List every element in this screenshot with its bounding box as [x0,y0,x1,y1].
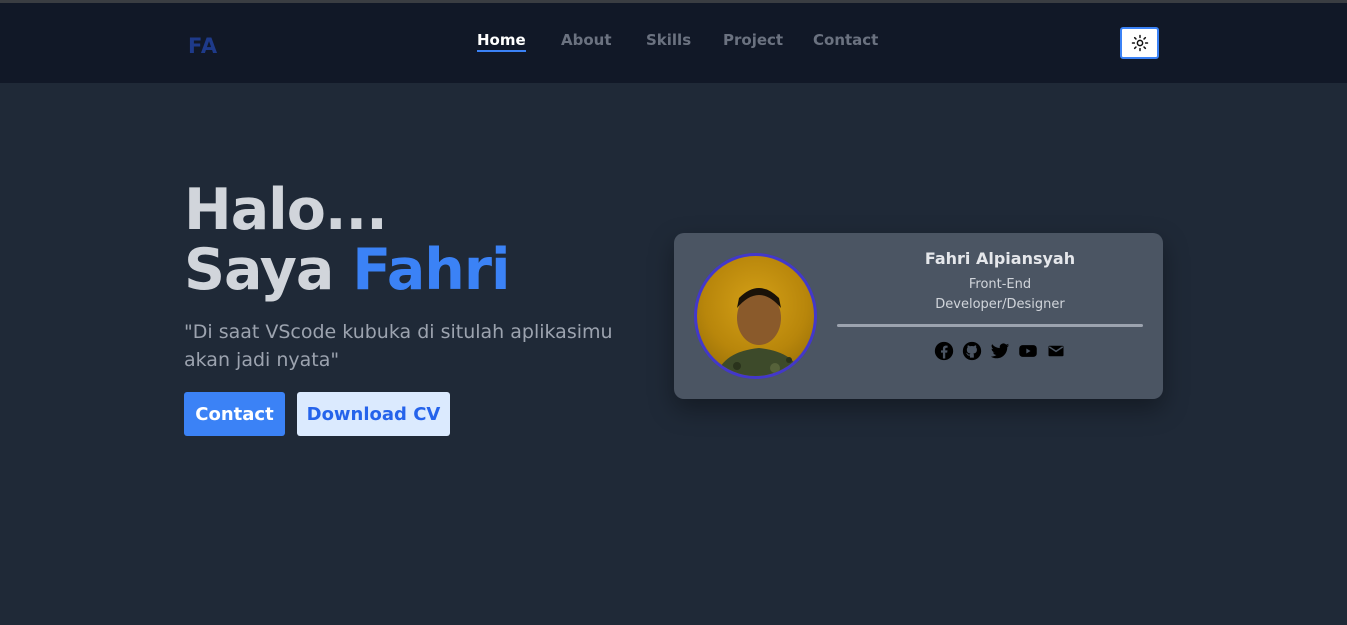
contact-button[interactable]: Contact [184,392,285,436]
profile-card: Fahri Alpiansyah Front-End Developer/Des… [674,233,1163,399]
hero-heading: Halo... Saya Fahri [184,177,511,303]
nav-contact[interactable]: Contact [813,31,878,49]
mail-icon[interactable] [1045,340,1067,362]
download-cv-button[interactable]: Download CV [297,392,450,436]
profile-role-line1: Front-End [968,277,1032,292]
hero-greeting: Halo... [184,177,388,243]
profile-role-line2: Developer/Designer [935,297,1065,312]
profile-role: Front-End Developer/Designer [837,275,1163,315]
profile-avatar [694,253,817,379]
sun-icon [1131,34,1148,52]
profile-name: Fahri Alpiansyah [924,249,1076,268]
social-links [837,340,1163,362]
facebook-icon[interactable] [933,340,955,362]
site-header: FA Home About Skills Project Contact [0,3,1347,83]
nav-home[interactable]: Home [477,31,526,52]
youtube-icon[interactable] [1017,340,1039,362]
github-icon[interactable] [961,340,983,362]
hero-quote: "Di saat VScode kubuka di situlah aplika… [184,321,613,371]
nav-about[interactable]: About [561,31,612,49]
twitter-icon[interactable] [989,340,1011,362]
theme-toggle-button[interactable] [1120,27,1159,59]
profile-divider [837,324,1143,327]
nav-project[interactable]: Project [723,31,783,49]
hero-intro: Saya [184,237,334,303]
nav-skills[interactable]: Skills [646,31,691,49]
hero-name: Fahri [352,237,510,303]
